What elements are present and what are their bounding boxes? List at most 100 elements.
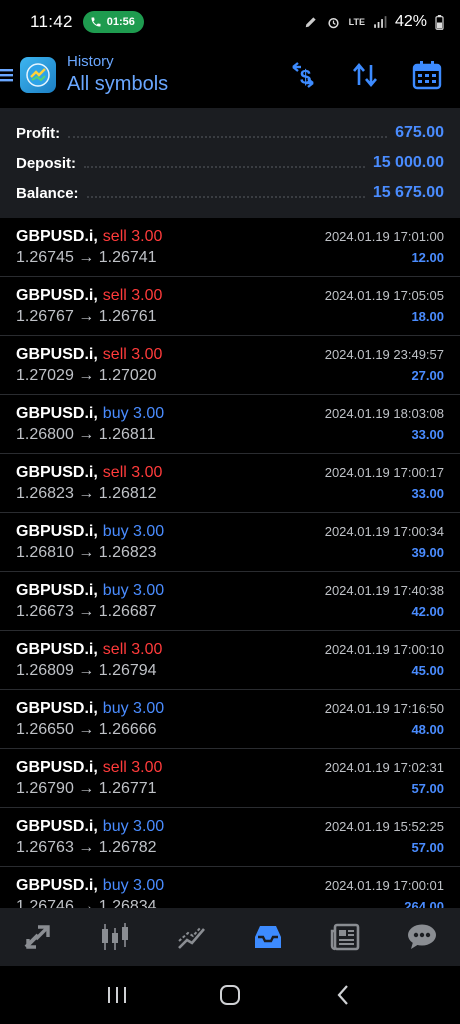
deal-profit: 264.00 [404,899,444,908]
deal-profit: 39.00 [411,545,444,560]
recents-button[interactable] [97,975,137,1015]
deal-row[interactable]: GBPUSD.i, sell 3.00 2024.01.19 17:05:05 1.… [0,277,460,336]
phone-icon [91,17,101,27]
deal-row[interactable]: GBPUSD.i, buy 3.00 2024.01.19 18:03:08 1.2… [0,395,460,454]
home-button[interactable] [210,975,250,1015]
deal-prices: 1.26763 → 1.26782 [16,839,157,856]
deal-type: buy 3.00 [102,700,165,717]
dotted-leader [68,136,388,138]
nav-quotes[interactable] [16,915,60,959]
chart-icon [101,923,128,950]
deal-type: buy 3.00 [102,818,165,835]
deal-prices: 1.26746 → 1.26834 [16,898,157,908]
deal-time: 2024.01.19 17:02:31 [324,760,444,775]
deposit-row: Deposit: 15 000.00 [16,148,444,178]
deal-symbol: GBPUSD.i, [16,523,98,540]
recents-icon [107,987,126,1003]
messages-icon [407,924,436,949]
deal-prices: 1.27029 → 1.27020 [16,367,157,384]
back-button[interactable] [323,975,363,1015]
status-bar: 11:42 01:56 LTE 42% [0,0,460,44]
deal-type: sell 3.00 [102,346,163,363]
deal-row[interactable]: GBPUSD.i, buy 3.00 2024.01.19 15:52:25 1.2… [0,808,460,867]
deal-profit: 33.00 [411,427,444,442]
deal-symbol: GBPUSD.i, [16,700,98,717]
deal-row[interactable]: GBPUSD.i, sell 3.00 2024.01.19 23:49:57 1.… [0,336,460,395]
deal-time: 2024.01.19 17:16:50 [324,701,444,716]
call-chip[interactable]: 01:56 [82,11,144,33]
deal-profit: 45.00 [411,663,444,678]
deal-prices: 1.26823 → 1.26812 [16,485,157,502]
deal-prices: 1.26800 → 1.26811 [16,426,156,443]
deal-symbol: GBPUSD.i, [16,641,98,658]
trade-icon [177,926,205,949]
nav-trade[interactable] [170,915,214,959]
bottom-navigation [0,908,460,966]
deal-row[interactable]: GBPUSD.i, buy 3.00 2024.01.19 17:40:38 1.2… [0,572,460,631]
nav-history[interactable] [246,915,290,959]
deal-row[interactable]: GBPUSD.i, buy 3.00 2024.01.19 17:00:34 1.2… [0,513,460,572]
sort-button[interactable] [348,58,382,92]
balance-label: Balance: [16,184,79,202]
deal-profit: 27.00 [411,368,444,383]
deal-profit: 42.00 [411,604,444,619]
deals-list[interactable]: GBPUSD.i, sell 3.00 2024.01.19 17:01:00 1.… [0,218,460,908]
system-navigation [0,966,460,1024]
network-type: LTE [348,17,365,27]
deal-type: sell 3.00 [102,759,163,776]
metatrader-logo-icon [26,63,50,87]
deal-type: buy 3.00 [102,405,165,422]
deal-symbol: GBPUSD.i, [16,582,98,599]
deal-row[interactable]: GBPUSD.i, sell 3.00 2024.01.19 17:00:17 1.… [0,454,460,513]
deal-profit: 57.00 [411,781,444,796]
title-block[interactable]: History All symbols [67,53,168,97]
dollar-filter-button[interactable]: $ [286,58,320,92]
status-icons: LTE 42% [304,13,444,31]
balance-value: 15 675.00 [372,184,444,201]
deal-time: 2024.01.19 17:00:34 [324,524,444,539]
deal-time: 2024.01.19 17:00:17 [324,465,444,480]
account-summary: Profit: 675.00 Deposit: 15 000.00 Balanc… [0,108,460,218]
deal-profit: 48.00 [411,722,444,737]
deal-symbol: GBPUSD.i, [16,228,98,245]
deal-row[interactable]: GBPUSD.i, sell 3.00 2024.01.19 17:02:31 1.… [0,749,460,808]
deal-time: 2024.01.19 17:01:00 [324,229,444,244]
deal-type: sell 3.00 [102,464,163,481]
deal-row[interactable]: GBPUSD.i, buy 3.00 2024.01.19 17:00:01 1.2… [0,867,460,908]
deal-symbol: GBPUSD.i, [16,877,98,894]
toolbar: History All symbols $ [0,44,460,106]
deal-prices: 1.26650 → 1.26666 [16,721,157,738]
pen-icon [305,17,316,28]
nav-chart[interactable] [93,915,137,959]
nav-messages[interactable] [400,915,444,959]
calendar-button[interactable] [410,58,444,92]
deposit-label: Deposit: [16,154,76,172]
deal-row[interactable]: GBPUSD.i, buy 3.00 2024.01.19 17:16:50 1.2… [0,690,460,749]
deal-row[interactable]: GBPUSD.i, sell 3.00 2024.01.19 17:01:00 1.… [0,218,460,277]
deal-type: sell 3.00 [102,641,163,658]
deal-prices: 1.26767 → 1.26761 [16,308,157,325]
quotes-icon [24,925,51,949]
deal-profit: 18.00 [411,309,444,324]
profit-label: Profit: [16,124,61,142]
dollar-filter-icon: $ [292,62,314,89]
history-icon [255,926,282,948]
deal-symbol: GBPUSD.i, [16,405,98,422]
balance-row: Balance: 15 675.00 [16,178,444,208]
mt-history-screen: 11:42 01:56 LTE 42% History All symbols [0,0,460,1024]
deal-type: buy 3.00 [102,523,165,540]
deal-prices: 1.26810 → 1.26823 [16,544,157,561]
deal-time: 2024.01.19 17:00:10 [324,642,444,657]
deal-type: buy 3.00 [102,582,165,599]
back-icon [337,985,349,1005]
nav-news[interactable] [323,915,367,959]
dotted-leader [84,166,365,168]
deal-row[interactable]: GBPUSD.i, sell 3.00 2024.01.19 17:00:10 1.… [0,631,460,690]
deal-symbol: GBPUSD.i, [16,464,98,481]
menu-icon[interactable] [0,66,14,84]
home-icon [219,985,240,1005]
sort-icon [353,62,377,88]
page-title: All symbols [67,73,169,95]
deal-type: sell 3.00 [102,228,163,245]
app-logo[interactable] [20,57,56,93]
